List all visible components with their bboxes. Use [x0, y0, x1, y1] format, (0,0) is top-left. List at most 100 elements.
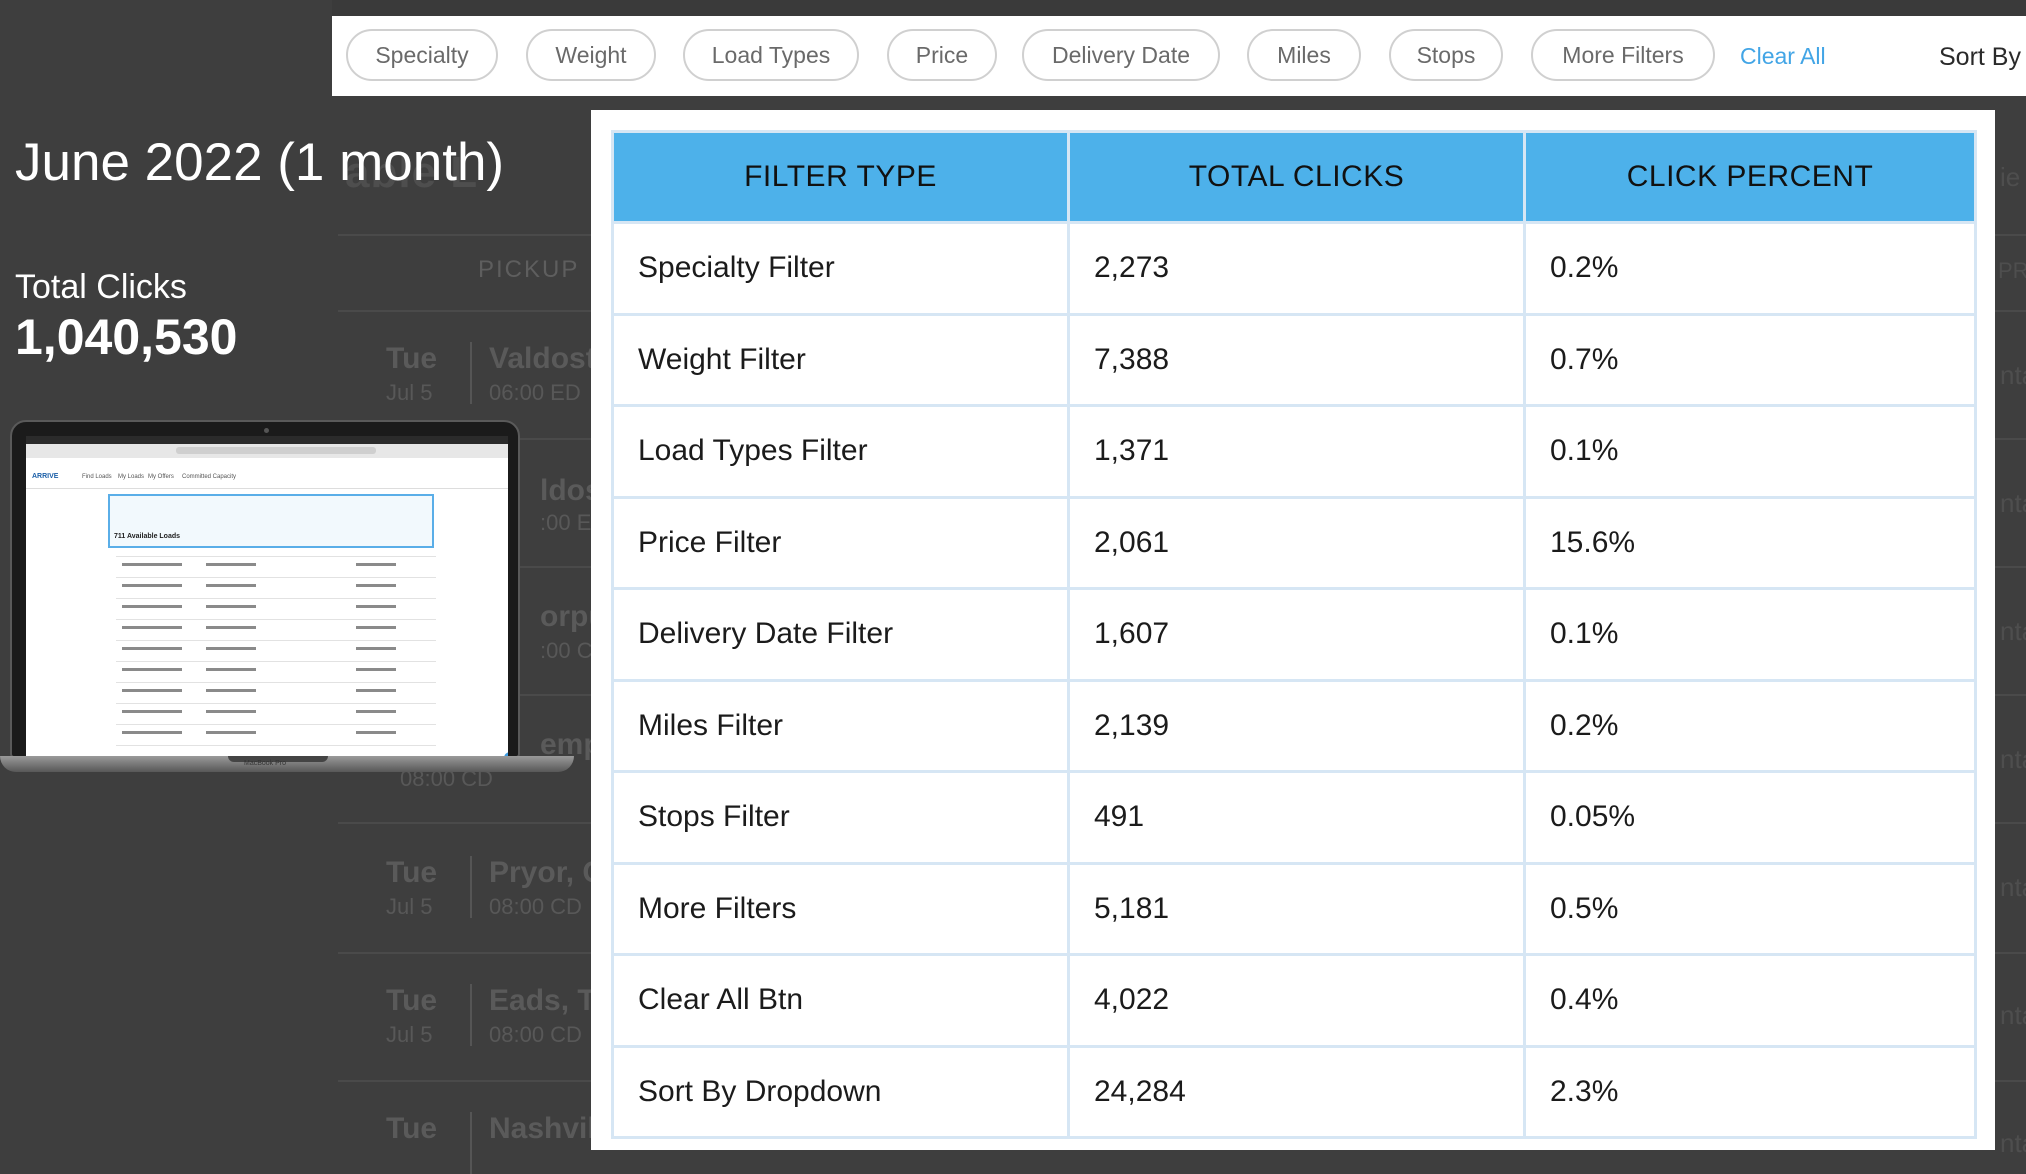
mini-row-text [122, 668, 182, 671]
cell-filter-type: Sort By Dropdown [611, 1044, 1070, 1139]
mini-row-text [356, 710, 396, 713]
header-click-percent: CLICK PERCENT [1523, 130, 1977, 224]
table-row: Load Types Filter 1,371 0.1% [611, 404, 1977, 499]
bg-row-bar [470, 984, 472, 1046]
mini-row-divider [116, 703, 436, 704]
mini-row-text [206, 689, 256, 692]
mini-row-text [356, 605, 396, 608]
laptop-brand-label: MacBook Pro [244, 760, 287, 767]
cell-total-clicks: 491 [1067, 770, 1526, 865]
mini-logo: ARRIVE [32, 473, 59, 480]
cell-total-clicks: 1,607 [1067, 587, 1526, 682]
bg-column-header-pickup: PICKUP [478, 256, 580, 283]
cell-filter-type: Price Filter [611, 495, 1070, 590]
mini-row-text [122, 563, 182, 566]
bg-row-day: Tue [386, 342, 438, 375]
bg-right-edge-text: nta [2000, 872, 2026, 902]
mini-nav-item: Committed Capacity [182, 474, 237, 480]
filter-pill-load-types[interactable]: Load Types [683, 29, 859, 81]
bg-row-bar [470, 856, 472, 918]
clear-all-link[interactable]: Clear All [1740, 43, 1826, 70]
cell-filter-type: Stops Filter [611, 770, 1070, 865]
bg-right-edge-text: nta [2000, 1000, 2026, 1030]
cell-filter-type: Delivery Date Filter [611, 587, 1070, 682]
mini-row-text [206, 668, 256, 671]
bg-row-bar [470, 342, 472, 404]
bg-row-city: Eads, T [489, 984, 596, 1017]
filter-pill-more-filters[interactable]: More Filters [1531, 29, 1715, 81]
bg-row-city: Nashvil [489, 1112, 596, 1145]
filter-pill-stops[interactable]: Stops [1389, 29, 1503, 81]
table-row: Weight Filter 7,388 0.7% [611, 312, 1977, 407]
bg-row-city: Pryor, C [489, 856, 605, 889]
mini-nav-item: My Loads [118, 474, 145, 480]
bg-row-time: 06:00 ED [489, 380, 581, 405]
mini-row-text [206, 626, 256, 629]
cell-total-clicks: 2,273 [1067, 221, 1526, 316]
bg-right-edge-text: nta [2000, 1128, 2026, 1158]
mini-row-text [356, 584, 396, 587]
bg-row-time: 08:00 CD [489, 1022, 582, 1047]
mini-row-text [206, 647, 256, 650]
bg-row-date: Jul 5 [386, 380, 433, 405]
mini-address-field [176, 447, 376, 454]
cell-click-percent: 0.1% [1523, 404, 1977, 499]
laptop-lid: ARRIVE Find Loads My Loads My Offers Com… [10, 420, 520, 758]
mini-row-divider [116, 724, 436, 725]
filter-pill-weight[interactable]: Weight [526, 29, 656, 81]
table-row: Stops Filter 491 0.05% [611, 770, 1977, 865]
cell-click-percent: 0.1% [1523, 587, 1977, 682]
table-row: Sort By Dropdown 24,284 2.3% [611, 1044, 1977, 1139]
mini-row-text [122, 626, 182, 629]
bg-right-edge-text: nta [2000, 744, 2026, 774]
bg-row-day: Tue [386, 856, 438, 889]
mini-row-text [356, 731, 396, 734]
cell-click-percent: 15.6% [1523, 495, 1977, 590]
mini-row-text [356, 563, 396, 566]
table-row: Clear All Btn 4,022 0.4% [611, 953, 1977, 1048]
bg-row-day: Tue [386, 984, 438, 1017]
cell-click-percent: 0.05% [1523, 770, 1977, 865]
laptop-mockup: ARRIVE Find Loads My Loads My Offers Com… [0, 420, 574, 775]
mini-row-text [356, 689, 396, 692]
filter-pill-delivery-date[interactable]: Delivery Date [1022, 29, 1220, 81]
cell-click-percent: 0.2% [1523, 678, 1977, 773]
table-row: Miles Filter 2,139 0.2% [611, 678, 1977, 773]
table-row: More Filters 5,181 0.5% [611, 861, 1977, 956]
cell-filter-type: Weight Filter [611, 312, 1070, 407]
mini-row-divider [116, 619, 436, 620]
table-row: Specialty Filter 2,273 0.2% [611, 221, 1977, 316]
filter-pill-miles[interactable]: Miles [1247, 29, 1361, 81]
bg-row-date: Jul 5 [386, 1022, 433, 1047]
filter-pill-price[interactable]: Price [887, 29, 997, 81]
camera-icon [264, 428, 269, 433]
cell-filter-type: Load Types Filter [611, 404, 1070, 499]
mini-row-text [356, 626, 396, 629]
mini-row-text [206, 584, 256, 587]
mini-row-text [122, 689, 182, 692]
filter-bar: Specialty Weight Load Types Price Delive… [332, 16, 2026, 96]
cell-total-clicks: 4,022 [1067, 953, 1526, 1048]
sort-by-dropdown[interactable]: Sort By [1939, 43, 2021, 72]
table-row: Delivery Date Filter 1,607 0.1% [611, 587, 1977, 682]
mini-row-text [206, 605, 256, 608]
laptop-screen: ARRIVE Find Loads My Loads My Offers Com… [26, 436, 508, 758]
mini-row-divider [116, 640, 436, 641]
header-filter-type: FILTER TYPE [611, 130, 1070, 224]
mini-row-text [356, 668, 396, 671]
mini-menubar [26, 436, 508, 444]
total-clicks-value: 1,040,530 [15, 309, 238, 365]
cell-filter-type: Clear All Btn [611, 953, 1070, 1048]
cell-click-percent: 2.3% [1523, 1044, 1977, 1139]
bg-right-edge-text: nta [2000, 616, 2026, 646]
filter-pill-specialty[interactable]: Specialty [346, 29, 498, 81]
cell-total-clicks: 2,061 [1067, 495, 1526, 590]
mini-row-text [356, 647, 396, 650]
bg-right-fragment: ie [2000, 162, 2021, 192]
bg-row-bar [470, 1112, 472, 1174]
total-clicks-label: Total Clicks [15, 268, 187, 306]
cell-click-percent: 0.4% [1523, 953, 1977, 1048]
bg-row-city: Valdost [489, 342, 596, 375]
mini-row-text [122, 731, 182, 734]
cell-total-clicks: 24,284 [1067, 1044, 1526, 1139]
